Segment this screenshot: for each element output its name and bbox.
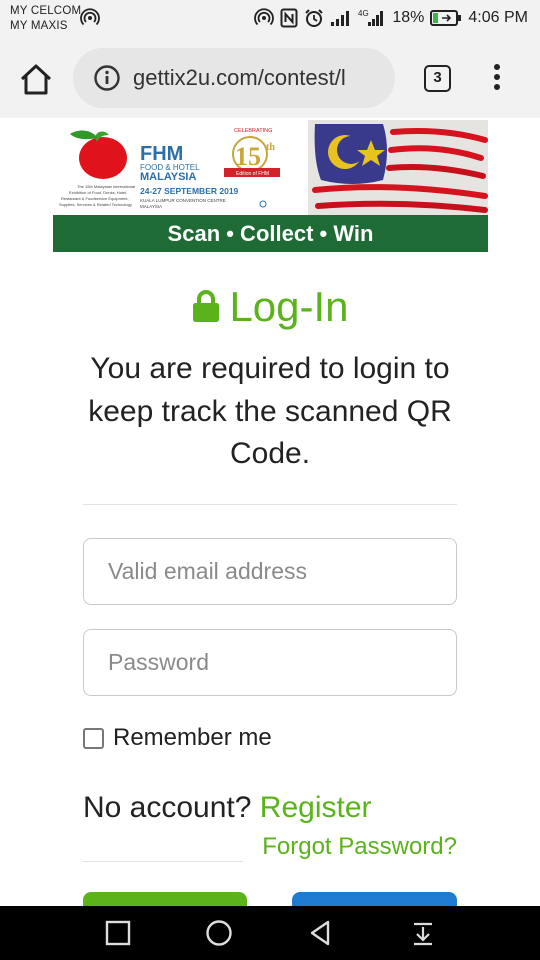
- signal-4g-icon: 4G: [358, 9, 384, 26]
- event-banner: The 15th Malaysian International Exhibit…: [53, 120, 488, 215]
- banner-venue-1: KUALA LUMPUR CONVENTION CENTRE: [140, 198, 226, 203]
- remember-me-checkbox[interactable]: [83, 727, 104, 749]
- alarm-icon: [305, 9, 324, 27]
- info-icon[interactable]: [93, 64, 121, 92]
- recent-apps-icon[interactable]: [103, 918, 133, 948]
- apple-logo-icon: [70, 130, 127, 179]
- divider: [83, 861, 243, 862]
- page-content: The 15th Malaysian International Exhibit…: [0, 118, 540, 906]
- carrier-1: MY CELCOM: [10, 5, 82, 17]
- carrier-info: MY CELCOM MY MAXIS: [10, 4, 81, 34]
- remember-me-label: Remember me: [113, 724, 272, 751]
- login-button[interactable]: [83, 892, 247, 906]
- banner-name-line2: MALAYSIA: [140, 171, 196, 183]
- back-icon[interactable]: [306, 918, 336, 948]
- signal-icon: [331, 11, 350, 26]
- battery-percent: 18%: [392, 9, 425, 26]
- banner-tagline: Scan • Collect • Win: [53, 215, 488, 252]
- status-icons: 4G 18% 4:06 PM: [254, 6, 528, 30]
- no-account-text: No account? Register: [83, 791, 372, 825]
- notification-pull-icon[interactable]: [408, 918, 438, 948]
- browser-toolbar: gettix2u.com/contest/l 3: [0, 40, 540, 118]
- nfc-icon: [280, 8, 298, 28]
- system-navigation-bar: [0, 906, 540, 960]
- banner-edition: Edition of FHM: [236, 171, 269, 177]
- register-link[interactable]: Register: [260, 791, 372, 824]
- banner-celebrating: CELEBRATING: [234, 128, 272, 134]
- battery-charging-icon: [430, 10, 462, 26]
- email-field[interactable]: [83, 538, 457, 605]
- banner-anniversary: 15: [235, 142, 261, 171]
- banner-artwork: The 15th Malaysian International Exhibit…: [59, 120, 488, 215]
- password-field[interactable]: [83, 629, 457, 696]
- no-account-label: No account?: [83, 791, 252, 824]
- login-title: Log-In: [229, 283, 349, 330]
- carrier-2: MY MAXIS: [10, 20, 68, 32]
- svg-text:The 15th Malaysian Internation: The 15th Malaysian International: [77, 184, 135, 189]
- banner-brand: FHM: [140, 143, 183, 165]
- svg-text:Supplies, Services & Related T: Supplies, Services & Related Technology: [59, 202, 132, 207]
- svg-text:Exhibition of Food, Drinks, Ho: Exhibition of Food, Drinks, Hotel,: [69, 190, 127, 195]
- lock-icon: [193, 290, 220, 322]
- hotspot-icon: [80, 8, 100, 26]
- login-description: You are required to login to keep track …: [88, 352, 452, 470]
- svg-text:4G: 4G: [358, 9, 369, 18]
- remember-me-row[interactable]: Remember me: [83, 724, 272, 752]
- hotspot-icon: [254, 8, 275, 26]
- divider: [83, 504, 457, 505]
- secondary-button[interactable]: [292, 892, 457, 906]
- svg-text:Restaurant & Foodservice Equip: Restaurant & Foodservice Equipment,: [61, 196, 129, 201]
- overflow-menu-icon[interactable]: [490, 64, 504, 94]
- home-circle-icon[interactable]: [204, 918, 234, 948]
- home-icon[interactable]: [16, 60, 56, 100]
- forgot-password-link[interactable]: Forgot Password?: [262, 833, 457, 861]
- address-bar[interactable]: gettix2u.com/contest/l: [73, 48, 395, 108]
- url-text[interactable]: gettix2u.com/contest/l: [133, 65, 346, 91]
- login-heading: Log-In: [0, 283, 540, 331]
- banner-venue-2: MALAYSIA: [140, 204, 162, 209]
- banner-anniversary-suffix: th: [266, 142, 275, 153]
- tab-switcher-button[interactable]: 3: [424, 65, 451, 92]
- status-bar: MY CELCOM MY MAXIS 4G 18% 4:06 PM: [0, 0, 540, 40]
- banner-dates: 24-27 SEPTEMBER 2019: [140, 186, 239, 196]
- clock-time: 4:06 PM: [468, 9, 528, 26]
